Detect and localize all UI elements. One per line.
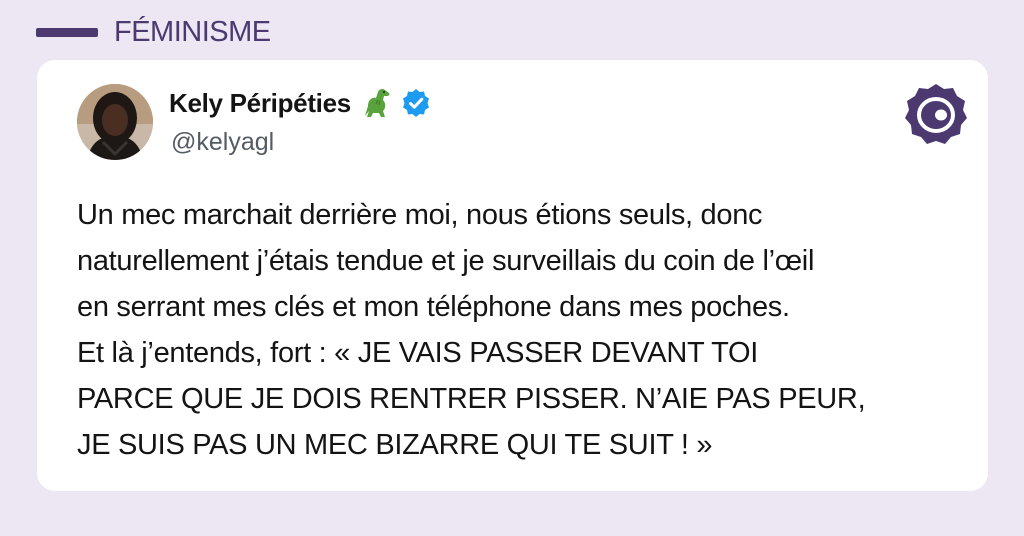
category-bar	[36, 27, 98, 37]
category-header: FÉMINISME	[36, 14, 271, 50]
brand-logo-icon[interactable]	[904, 82, 968, 146]
avatar-image	[77, 84, 153, 160]
author-name[interactable]: Kely Péripéties	[169, 88, 351, 119]
avatar[interactable]	[77, 84, 153, 160]
dinosaur-emoji-icon	[364, 88, 390, 117]
category-label[interactable]: FÉMINISME	[114, 16, 271, 49]
verified-badge-icon	[402, 89, 429, 117]
tweet-card: Kely Péripéties @kelyagl Un mec marchait…	[37, 60, 988, 491]
tweet-text: Un mec marchait derrière moi, nous étion…	[77, 199, 866, 461]
author-handle[interactable]: @kelyagl	[171, 128, 274, 157]
author-row: Kely Péripéties	[169, 86, 431, 120]
